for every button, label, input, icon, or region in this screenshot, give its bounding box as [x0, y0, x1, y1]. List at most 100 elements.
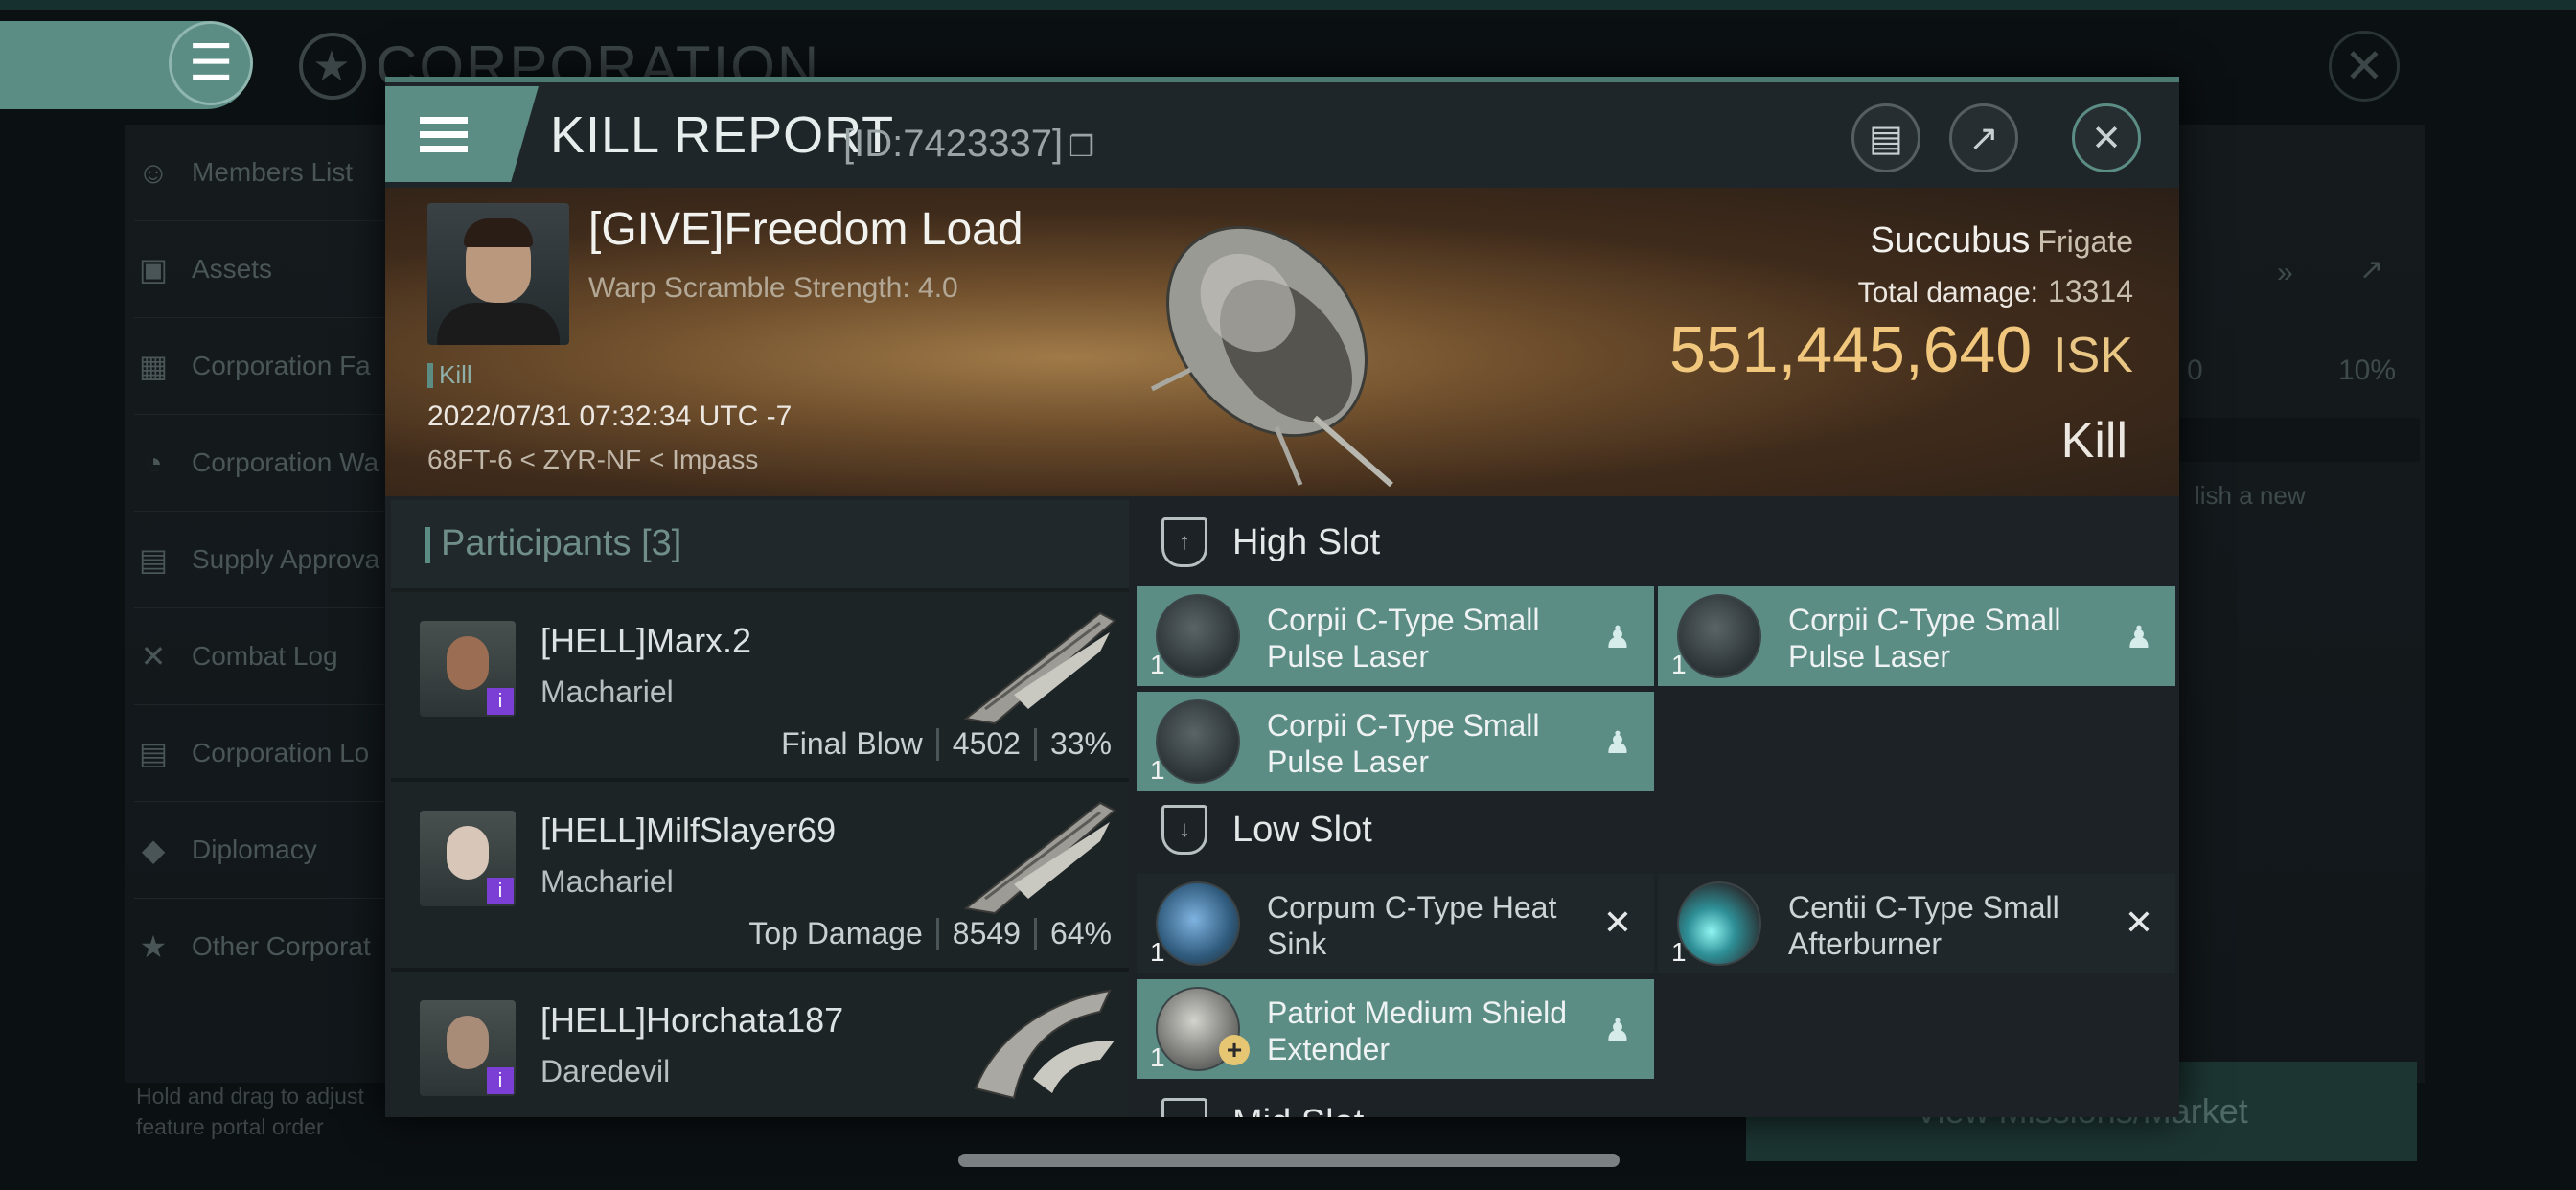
kill-datetime: 2022/07/31 07:32:34 UTC -7	[427, 400, 793, 432]
log-icon: ▤	[138, 736, 169, 770]
participants-header: Participants [3]	[391, 500, 1129, 588]
victim-name[interactable]: [GIVE]Freedom Load	[588, 203, 1024, 256]
star-icon: ★	[299, 33, 366, 100]
destroyed-x-icon: ✕	[1602, 903, 1633, 942]
mid-slot-icon: ↔	[1162, 1098, 1208, 1117]
fitted-person-icon: ♟	[1603, 1013, 1632, 1047]
clipboard-button[interactable]: ▤	[1852, 103, 1920, 172]
participant-ship: Daredevil	[540, 1054, 671, 1088]
isk-value: 551,445,640 ISK	[1669, 313, 2133, 386]
module-item[interactable]: 1 Corpii C-Type Small Pulse Laser ♟	[1137, 692, 1654, 791]
corp-menu-button[interactable]: ☰	[169, 21, 253, 105]
victim-banner: [GIVE]Freedom Load Warp Scramble Strengt…	[385, 188, 2179, 496]
high-slot-header: ↑ High Slot	[1135, 500, 2179, 584]
home-indicator	[958, 1154, 1620, 1167]
module-item[interactable]: 1 Corpum C-Type Heat Sink ✕	[1137, 874, 1654, 973]
sidebar-item-members[interactable]: ☺ Members List	[134, 125, 393, 221]
star-icon: ★	[139, 929, 168, 964]
top-strip	[0, 0, 2576, 10]
clipboard-icon: ▤	[1869, 118, 1903, 159]
bg-progress-bar	[2171, 418, 2420, 462]
members-icon: ☺	[137, 154, 170, 190]
bg-text: lish a new	[2195, 481, 2306, 510]
participant-stat: Top Damage 8549 64%	[748, 916, 1112, 950]
participants-panel: Participants [3] i [HELL]Marx.2 Macharie…	[391, 500, 1129, 1117]
sidebar-item-corp-log[interactable]: ▤ Corporation Lo	[134, 705, 393, 802]
participant-name: [HELL]MilfSlayer69	[540, 811, 837, 850]
fitted-person-icon: ♟	[1603, 725, 1632, 760]
share-button[interactable]: ↗	[1949, 103, 2018, 172]
participant-ship: Machariel	[540, 675, 674, 709]
chevron-right-icon[interactable]: »	[2277, 257, 2293, 289]
info-icon: i	[487, 688, 514, 715]
participant-row[interactable]: i [HELL]MilfSlayer69 Machariel Top Damag…	[391, 782, 1129, 972]
diplomacy-icon: ◆	[141, 833, 166, 867]
report-id[interactable]: [ID:7423337] ❐	[843, 123, 1094, 166]
result-label: Kill	[2060, 413, 2128, 469]
facility-icon: ▦	[138, 349, 169, 383]
bg-close-icon[interactable]: ✕	[2329, 31, 2400, 102]
external-link-icon[interactable]: ↗	[2359, 253, 2383, 286]
afterburner-icon	[1677, 881, 1761, 966]
sidebar-item-combat-log[interactable]: ✕ Combat Log	[134, 608, 393, 705]
heat-sink-icon	[1156, 881, 1240, 966]
plus-icon: +	[1219, 1035, 1250, 1065]
sidebar-item-facility[interactable]: ▦ Corporation Fa	[134, 318, 393, 415]
sidebar-item-assets[interactable]: ▣ Assets	[134, 221, 393, 318]
fitting-panel: ↑ High Slot 1 Corpii C-Type Small Pulse …	[1135, 500, 2179, 1117]
sidebar-item-supply[interactable]: ▤ Supply Approva	[134, 512, 393, 608]
menu-button[interactable]	[385, 86, 539, 182]
module-item[interactable]: 1 Corpii C-Type Small Pulse Laser ♟	[1658, 586, 2175, 686]
wallet-icon: ◔	[144, 445, 163, 480]
warp-scramble-strength: Warp Scramble Strength: 4.0	[588, 272, 958, 304]
info-icon: i	[487, 1067, 514, 1094]
low-slot-icon: ↓	[1162, 805, 1208, 855]
succubus-ship-image[interactable]	[1133, 197, 1420, 494]
bg-value-0: 0	[2187, 355, 2203, 386]
close-icon: ✕	[2091, 118, 2122, 159]
total-damage: Total damage: 13314	[1857, 274, 2133, 309]
share-icon: ↗	[1968, 118, 1999, 159]
assets-icon: ▣	[138, 252, 169, 286]
module-item[interactable]: 1 Corpii C-Type Small Pulse Laser ♟	[1137, 586, 1654, 686]
destroyed-x-icon: ✕	[2124, 903, 2154, 942]
sidebar-item-wallet[interactable]: ◔ Corporation Wa	[134, 415, 393, 512]
close-button[interactable]: ✕	[2072, 103, 2141, 172]
participant-row[interactable]: i [HELL]Marx.2 Machariel Final Blow 4502…	[391, 592, 1129, 782]
pulse-laser-icon	[1156, 594, 1240, 678]
fitted-person-icon: ♟	[2125, 620, 2153, 654]
victim-portrait[interactable]	[427, 203, 569, 345]
low-slot-header: ↓ Low Slot	[1135, 788, 2179, 872]
participant-row[interactable]: i [HELL]Horchata187 Daredevil	[391, 972, 1129, 1117]
participant-name: [HELL]Horchata187	[540, 1000, 844, 1040]
avatar[interactable]: i	[420, 621, 516, 717]
kill-location[interactable]: 68FT-6 < ZYR-NF < Impass	[427, 445, 758, 475]
hamburger-icon: ☰	[188, 35, 234, 91]
ship-name[interactable]: Succubus Frigate	[1871, 220, 2133, 262]
avatar[interactable]: i	[420, 811, 516, 906]
module-item[interactable]: 1 Centii C-Type Small Afterburner ✕	[1658, 874, 2175, 973]
supply-icon: ▤	[138, 542, 169, 577]
machariel-ship-image	[963, 801, 1116, 915]
fitted-person-icon: ♟	[1603, 620, 1632, 654]
corp-sidebar: ☺ Members List ▣ Assets ▦ Corporation Fa ◔ C…	[134, 125, 393, 995]
info-icon: i	[487, 878, 514, 904]
bg-value-1: 10%	[2338, 355, 2397, 386]
participant-ship: Machariel	[540, 864, 674, 899]
participant-name: [HELL]Marx.2	[540, 621, 752, 660]
module-item[interactable]: + 1 Patriot Medium Shield Extender ♟	[1137, 979, 1654, 1079]
copy-icon[interactable]: ❐	[1069, 131, 1094, 163]
avatar[interactable]: i	[420, 1000, 516, 1096]
sidebar-item-other-corp[interactable]: ★ Other Corporat	[134, 899, 393, 995]
participant-stat: Final Blow 4502 33%	[781, 726, 1112, 761]
mid-slot-header: ↔ Mid Slot	[1135, 1081, 2179, 1117]
high-slot-icon: ↑	[1162, 517, 1208, 567]
machariel-ship-image	[963, 611, 1116, 725]
pulse-laser-icon	[1156, 699, 1240, 784]
sidebar-item-diplomacy[interactable]: ◆ Diplomacy	[134, 802, 393, 899]
daredevil-ship-image	[974, 989, 1115, 1100]
combat-icon: ✕	[140, 639, 167, 674]
dialog-header: KILL REPORT [ID:7423337] ❐ ▤ ↗ ✕	[385, 82, 2179, 188]
kill-tag: Kill	[427, 360, 472, 390]
pulse-laser-icon	[1677, 594, 1761, 678]
